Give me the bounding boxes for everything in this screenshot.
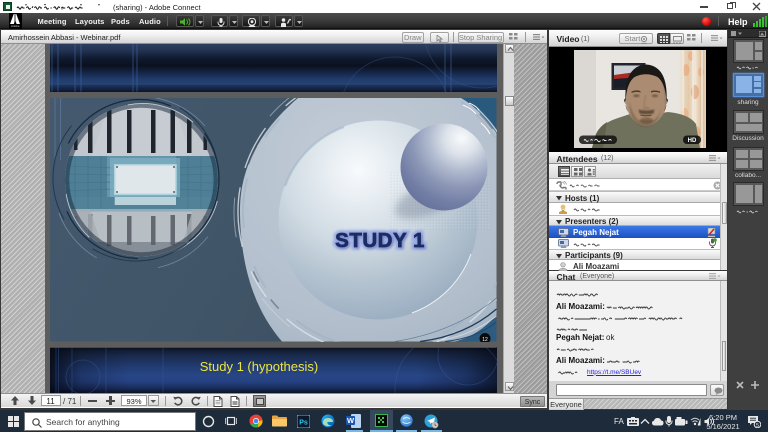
svg-text:HD: HD xyxy=(688,138,697,144)
svg-text:5: 5 xyxy=(756,423,759,428)
svg-text:Ps: Ps xyxy=(299,420,308,427)
svg-text:W: W xyxy=(347,416,355,425)
svg-text:12: 12 xyxy=(482,337,488,342)
svg-text:STUDY 1: STUDY 1 xyxy=(335,229,425,252)
